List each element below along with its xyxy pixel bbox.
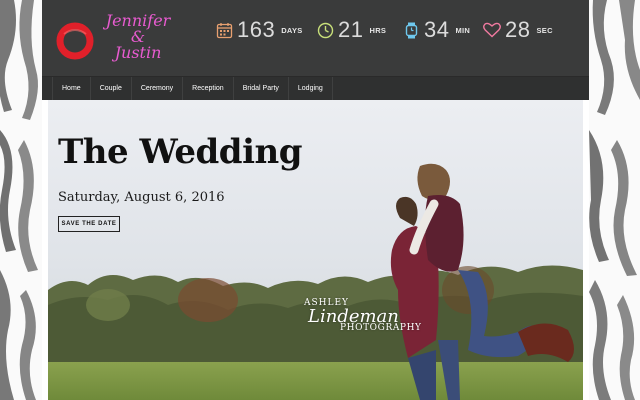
nav-item-reception[interactable]: Reception: [183, 77, 234, 100]
days-label: DAYS: [281, 25, 303, 35]
clock-icon: [316, 21, 334, 39]
hours-value: 21: [338, 17, 364, 42]
heart-icon: [483, 21, 501, 39]
calendar-icon: [215, 21, 233, 39]
minutes-label: MIN: [455, 25, 471, 35]
photographer-watermark: ASHLEY Lindeman PHOTOGRAPHY: [304, 298, 422, 333]
watermark-studio: PHOTOGRAPHY: [340, 323, 422, 333]
site-header: Jennifer & Justin 163 DAYS 21 HRS 34 MIN: [42, 0, 589, 76]
page-frame: Jennifer & Justin 163 DAYS 21 HRS 34 MIN: [42, 0, 589, 400]
save-the-date-button[interactable]: SAVE THE DATE: [58, 216, 120, 232]
nav-item-bridal-party[interactable]: Bridal Party: [234, 77, 289, 100]
hours-label: HRS: [369, 25, 387, 35]
zebra-background-left: [0, 0, 42, 400]
nav-item-couple[interactable]: Couple: [91, 77, 132, 100]
wedding-date: Saturday, August 6, 2016: [58, 190, 225, 205]
countdown-minutes: 34 MIN: [402, 16, 470, 44]
countdown-days: 163 DAYS: [215, 16, 303, 44]
zebra-background-right: [589, 0, 640, 400]
main-nav: Home Couple Ceremony Reception Bridal Pa…: [42, 76, 589, 100]
hero-title: The Wedding: [58, 132, 303, 172]
seconds-label: SEC: [536, 25, 553, 35]
nav-item-lodging[interactable]: Lodging: [289, 77, 333, 100]
countdown-seconds: 28 SEC: [483, 16, 553, 44]
days-value: 163: [237, 17, 276, 42]
couple-names-logo[interactable]: Jennifer & Justin: [98, 13, 178, 61]
nav-item-home[interactable]: Home: [52, 77, 91, 100]
minutes-value: 34: [424, 17, 450, 42]
hero-section: The Wedding Saturday, August 6, 2016 SAV…: [48, 100, 583, 400]
nav-item-ceremony[interactable]: Ceremony: [132, 77, 184, 100]
countdown-hours: 21 HRS: [316, 16, 386, 44]
seconds-value: 28: [505, 17, 531, 42]
heart-ring-logo[interactable]: [56, 22, 94, 60]
brand-name-second: Justin: [114, 43, 162, 62]
watch-icon: [402, 21, 420, 39]
